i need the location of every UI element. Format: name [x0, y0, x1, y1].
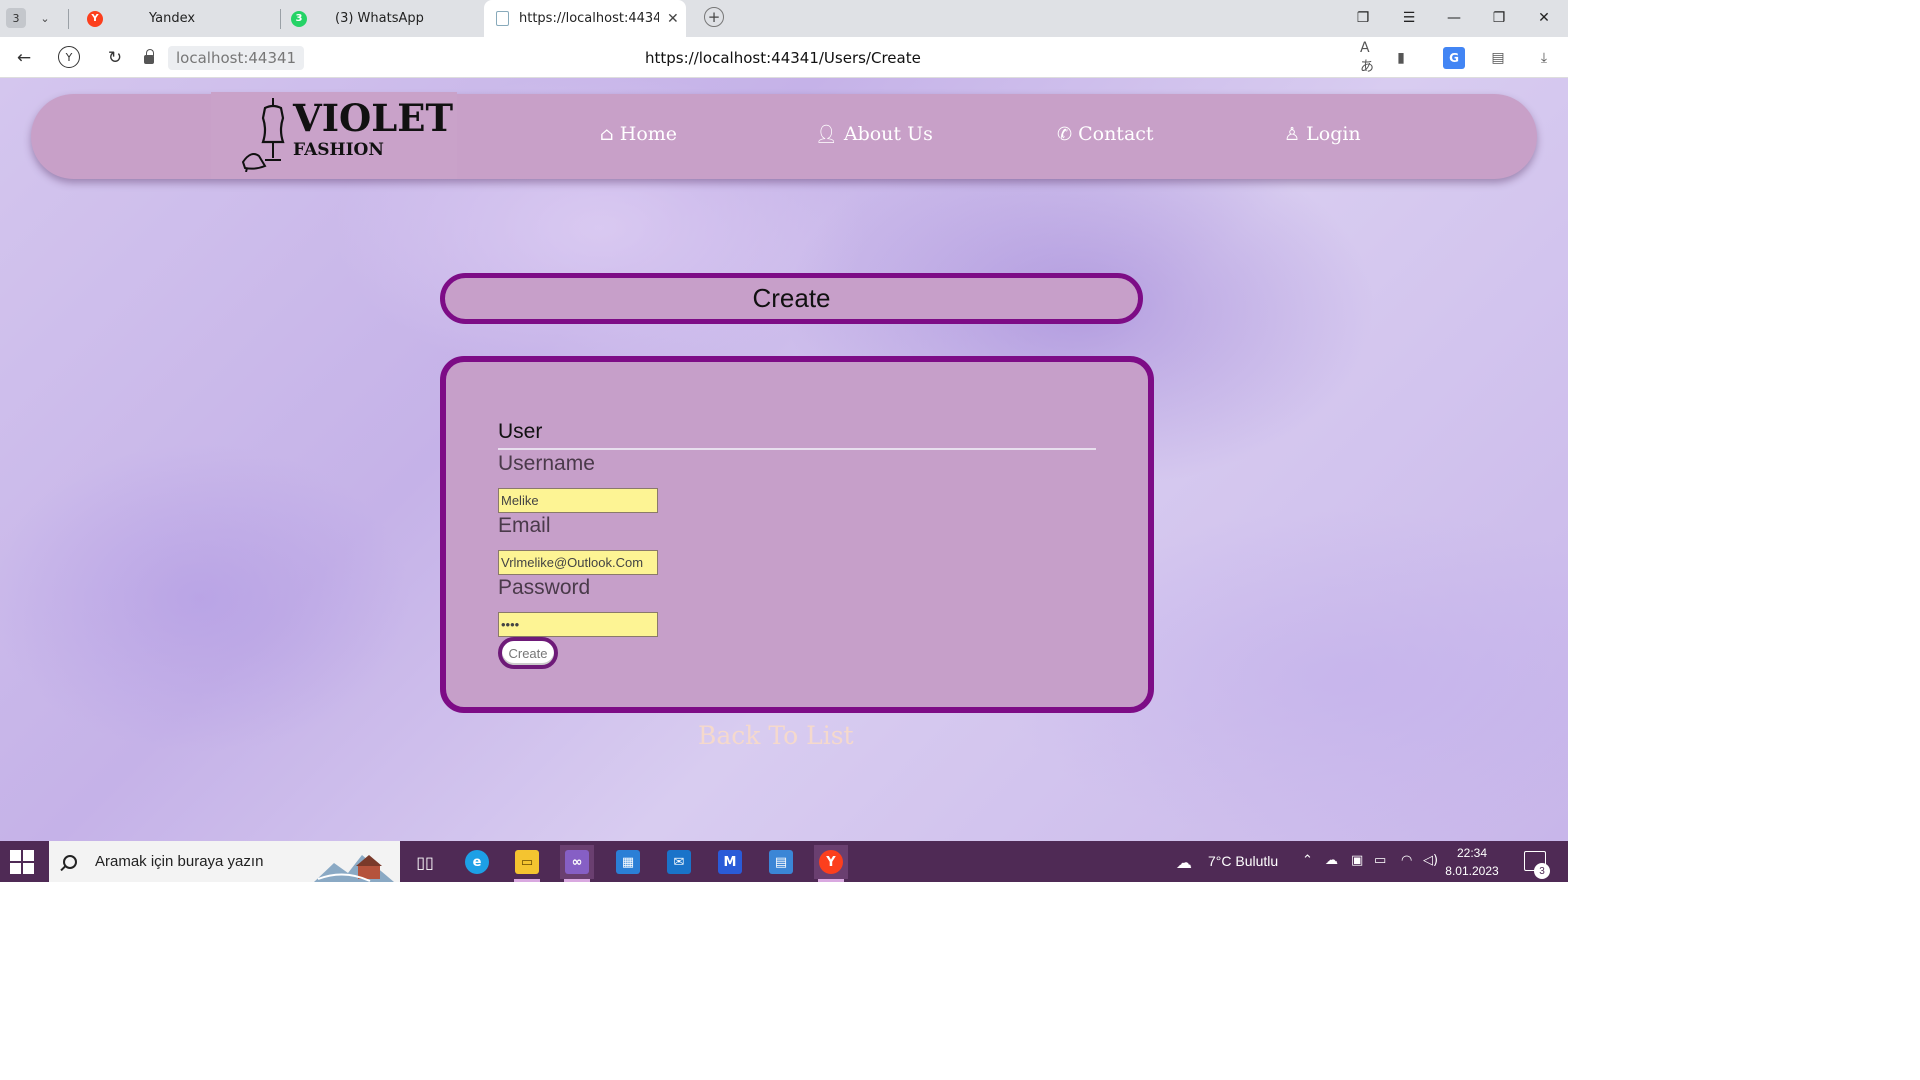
remote-desktop-icon[interactable]: ▤ — [764, 845, 798, 879]
search-icon — [63, 854, 77, 869]
create-button[interactable]: Create — [498, 637, 558, 669]
page-title-card: Create — [440, 273, 1143, 324]
vs-code-icon[interactable]: M — [713, 845, 747, 879]
reading-list-icon[interactable]: ▤ — [1487, 47, 1509, 69]
wifi-icon[interactable]: ◠ — [1401, 853, 1412, 868]
username-label: Username — [498, 452, 595, 475]
menu-icon[interactable]: ☰ — [1396, 6, 1422, 30]
logo-wordmark: VIOLET — [293, 96, 453, 140]
home-icon: ⌂ — [600, 123, 614, 145]
windows-taskbar: Aramak için buraya yazın ▯▯ e ▭ ∞ ▦ ✉ M … — [0, 841, 1568, 882]
download-icon[interactable]: ⤓ — [1533, 47, 1555, 69]
edge-icon[interactable]: e — [460, 845, 494, 879]
tab-localhost[interactable]: https://localhost:44341/ ✕ — [484, 0, 686, 37]
google-translate-icon[interactable]: G — [1443, 47, 1465, 69]
onedrive-icon[interactable]: ☁ — [1325, 853, 1338, 868]
logo-subtitle: FASHION — [293, 140, 384, 160]
dress-form-icon — [241, 98, 285, 172]
meet-now-icon[interactable]: ▣ — [1351, 853, 1363, 868]
restore-button[interactable]: ❐ — [1486, 6, 1512, 30]
email-label: Email — [498, 514, 551, 537]
url-field[interactable]: https://localhost:44341/Users/Create — [645, 49, 921, 67]
username-input[interactable]: Melike — [498, 488, 658, 513]
windows-start-icon[interactable] — [10, 850, 34, 874]
browser-tab-strip: 3 ⌄ Y Yandex 3 (3) WhatsApp https://loca… — [0, 0, 1568, 37]
nav-login-label: Login — [1306, 123, 1361, 145]
page-icon — [496, 11, 509, 26]
phone-icon: ✆ — [1057, 123, 1073, 145]
password-label: Password — [498, 576, 591, 599]
nav-home-label: Home — [619, 123, 678, 145]
site-logo[interactable]: VIOLET FASHION — [211, 92, 457, 179]
yandex-icon: Y — [87, 10, 103, 27]
legend-divider — [498, 448, 1096, 450]
taskbar-clock[interactable]: 22:34 8.01.2023 — [1442, 844, 1502, 880]
taskbar-search[interactable]: Aramak için buraya yazın — [49, 841, 400, 882]
page-title: Create — [752, 283, 831, 313]
bookmark-icon[interactable]: ▮ — [1390, 47, 1412, 69]
user-icon: 👤︎ — [815, 123, 838, 145]
weather-text[interactable]: 7°C Bulutlu — [1208, 853, 1278, 869]
chevron-down-icon[interactable]: ⌄ — [34, 8, 56, 28]
notification-badge: 3 — [1534, 863, 1550, 879]
volume-icon[interactable]: ◁) — [1423, 853, 1438, 868]
new-tab-button[interactable]: + — [704, 7, 724, 27]
tab-divider — [280, 9, 281, 29]
visual-studio-icon[interactable]: ∞ — [560, 845, 594, 882]
file-explorer-icon[interactable]: ▭ — [510, 845, 544, 882]
search-highlight-icon — [314, 855, 394, 882]
nav-contact[interactable]: ✆ Contact — [1057, 123, 1154, 145]
cloud-weather-icon[interactable]: ☁ — [1176, 853, 1192, 872]
yandex-button-icon[interactable]: Y — [58, 46, 80, 68]
lock-icon — [144, 49, 154, 64]
tab-divider — [68, 9, 69, 29]
tab-yandex[interactable]: Y Yandex — [87, 0, 277, 37]
tab-whatsapp[interactable]: 3 (3) WhatsApp — [291, 0, 481, 37]
page-viewport: VIOLET FASHION ⌂ Home 👤︎ About Us ✆ Cont… — [0, 78, 1568, 841]
site-info[interactable]: localhost:44341 — [144, 45, 305, 70]
yandex-browser-icon[interactable]: Y — [814, 845, 848, 882]
clock-time: 22:34 — [1456, 846, 1488, 860]
battery-icon[interactable]: ▭ — [1374, 853, 1386, 868]
collections-icon[interactable]: ❐ — [1350, 6, 1376, 30]
tab-title: Yandex — [149, 11, 196, 26]
nav-about-us[interactable]: 👤︎ About Us — [815, 123, 933, 145]
tab-title: https://localhost:44341/ — [519, 11, 659, 26]
email-input[interactable]: Vrlmelike@Outlook.Com — [498, 550, 658, 575]
form-legend: User — [498, 420, 543, 443]
user-outline-icon: ♙ — [1284, 123, 1301, 145]
site-navbar: VIOLET FASHION ⌂ Home 👤︎ About Us ✆ Cont… — [31, 92, 1537, 179]
chevron-up-icon[interactable]: ⌃ — [1302, 853, 1313, 868]
clock-date: 8.01.2023 — [1445, 864, 1499, 878]
close-icon[interactable]: ✕ — [667, 11, 679, 27]
create-user-form: User Username Melike Email Vrlmelike@Out… — [440, 356, 1154, 713]
nav-login[interactable]: ♙ Login — [1284, 123, 1361, 145]
back-icon[interactable]: ← — [11, 45, 37, 71]
host-chip: localhost:44341 — [168, 45, 305, 70]
whatsapp-icon: 3 — [291, 10, 307, 27]
nav-about-label: About Us — [843, 123, 933, 145]
minimize-button[interactable]: — — [1441, 6, 1467, 30]
close-window-button[interactable]: ✕ — [1531, 6, 1557, 30]
nav-contact-label: Contact — [1078, 123, 1154, 145]
reload-icon[interactable]: ↻ — [102, 45, 128, 71]
tab-title: (3) WhatsApp — [335, 11, 424, 26]
task-view-icon[interactable]: ▯▯ — [408, 845, 442, 879]
translate-page-icon[interactable]: Aあ — [1360, 40, 1382, 75]
store-icon[interactable]: ▦ — [611, 845, 645, 879]
tab-counter[interactable]: 3 — [6, 8, 26, 28]
password-input[interactable]: •••• — [498, 612, 658, 637]
mail-icon[interactable]: ✉ — [662, 845, 696, 879]
nav-home[interactable]: ⌂ Home — [600, 123, 677, 145]
address-bar: ← Y ↻ localhost:44341 https://localhost:… — [0, 37, 1568, 78]
back-to-list-link[interactable]: Back To List — [698, 721, 854, 750]
search-placeholder: Aramak için buraya yazın — [95, 853, 264, 870]
